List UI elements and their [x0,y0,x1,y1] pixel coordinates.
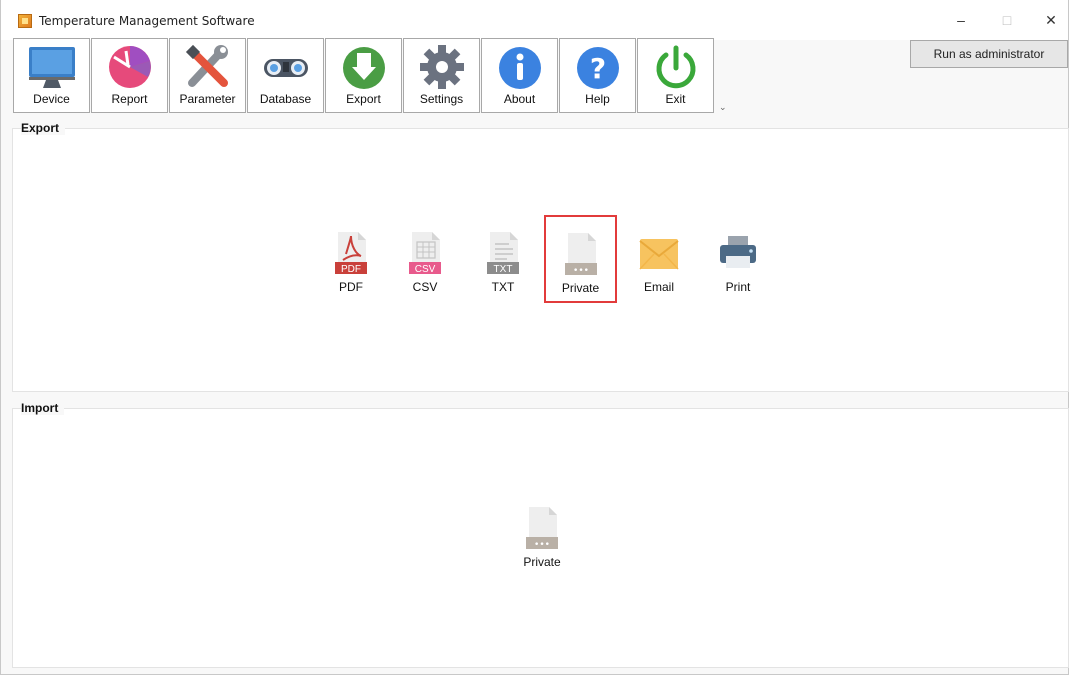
toolbar-label: About [503,92,536,106]
toolbar-label: Export [346,92,381,106]
maximize-button[interactable]: □ [985,8,1029,32]
toolbar-button-report[interactable]: Report [91,38,168,113]
toolbar-label: Device [33,92,70,106]
toolbar-label: Help [585,92,610,106]
info-icon [498,47,541,89]
csv-tag: CSV [415,264,436,275]
toolbar-button-help[interactable]: ? Help [559,38,636,113]
pdf-tag: PDF [341,264,361,275]
private-tag: ••• [573,266,589,276]
export-item-label: Private [561,281,600,295]
import-private[interactable]: ••• Private [507,505,577,587]
minimize-button[interactable]: – [939,8,983,32]
export-private[interactable]: ••• Private [544,215,617,303]
export-item-label: PDF [339,280,363,294]
envelope-icon [639,239,679,270]
toolbar-label: Exit [665,92,686,106]
svg-text:?: ? [589,52,605,85]
csv-file-icon: CSV [409,232,441,275]
main-toolbar: Device Report Parameter Database Export … [13,38,715,114]
run-as-administrator-button[interactable]: Run as administrator [910,40,1068,68]
toolbar-label: Parameter [179,92,236,106]
private-file-icon: ••• [564,233,597,276]
export-pdf[interactable]: PDF PDF [316,230,386,312]
toolbar-label: Settings [419,92,464,106]
toolbar-button-parameter[interactable]: Parameter [169,38,246,113]
private-file-icon: ••• [526,507,558,550]
txt-tag: TXT [494,264,513,275]
monitor-icon [28,47,75,88]
app-logo-icon [18,14,32,28]
pie-chart-icon [108,46,151,88]
export-item-label: Print [725,280,751,294]
close-button[interactable]: ✕ [1029,8,1069,32]
export-group [12,128,1069,392]
import-group-label: Import [21,401,65,415]
toolbar-button-settings[interactable]: Settings [403,38,480,113]
export-item-label: TXT [491,280,515,294]
toolbar-overflow-icon[interactable]: ⌄ [719,102,727,113]
help-icon: ? [576,47,619,89]
txt-file-icon: TXT [487,232,519,275]
export-email[interactable]: Email [624,230,694,312]
toolbar-label: Report [111,92,148,106]
tools-icon [185,44,228,87]
toolbar-button-about[interactable]: About [481,38,558,113]
toolbar-label: Database [259,92,312,106]
toolbar-button-exit[interactable]: Exit [637,38,714,113]
binoculars-icon [263,59,308,77]
export-txt[interactable]: TXT TXT [468,230,538,312]
private-tag: ••• [534,540,550,550]
toolbar-button-database[interactable]: Database [247,38,324,113]
export-group-label: Export [21,121,66,135]
export-print[interactable]: Print [703,230,773,312]
export-item-label: CSV [412,280,438,294]
printer-icon [720,236,756,268]
toolbar-button-device[interactable]: Device [13,38,90,113]
toolbar-button-export[interactable]: Export [325,38,402,113]
title-bar: Temperature Management Software – □ ✕ [1,0,1068,40]
power-icon [656,45,695,89]
export-csv[interactable]: CSV CSV [390,230,460,312]
export-item-label: Email [643,280,674,294]
pdf-file-icon: PDF [335,232,367,275]
export-icon [342,47,385,89]
gear-icon [419,45,464,89]
app-window: Temperature Management Software – □ ✕ De… [0,0,1069,675]
window-title: Temperature Management Software [39,14,255,28]
import-item-label: Private [523,555,561,569]
